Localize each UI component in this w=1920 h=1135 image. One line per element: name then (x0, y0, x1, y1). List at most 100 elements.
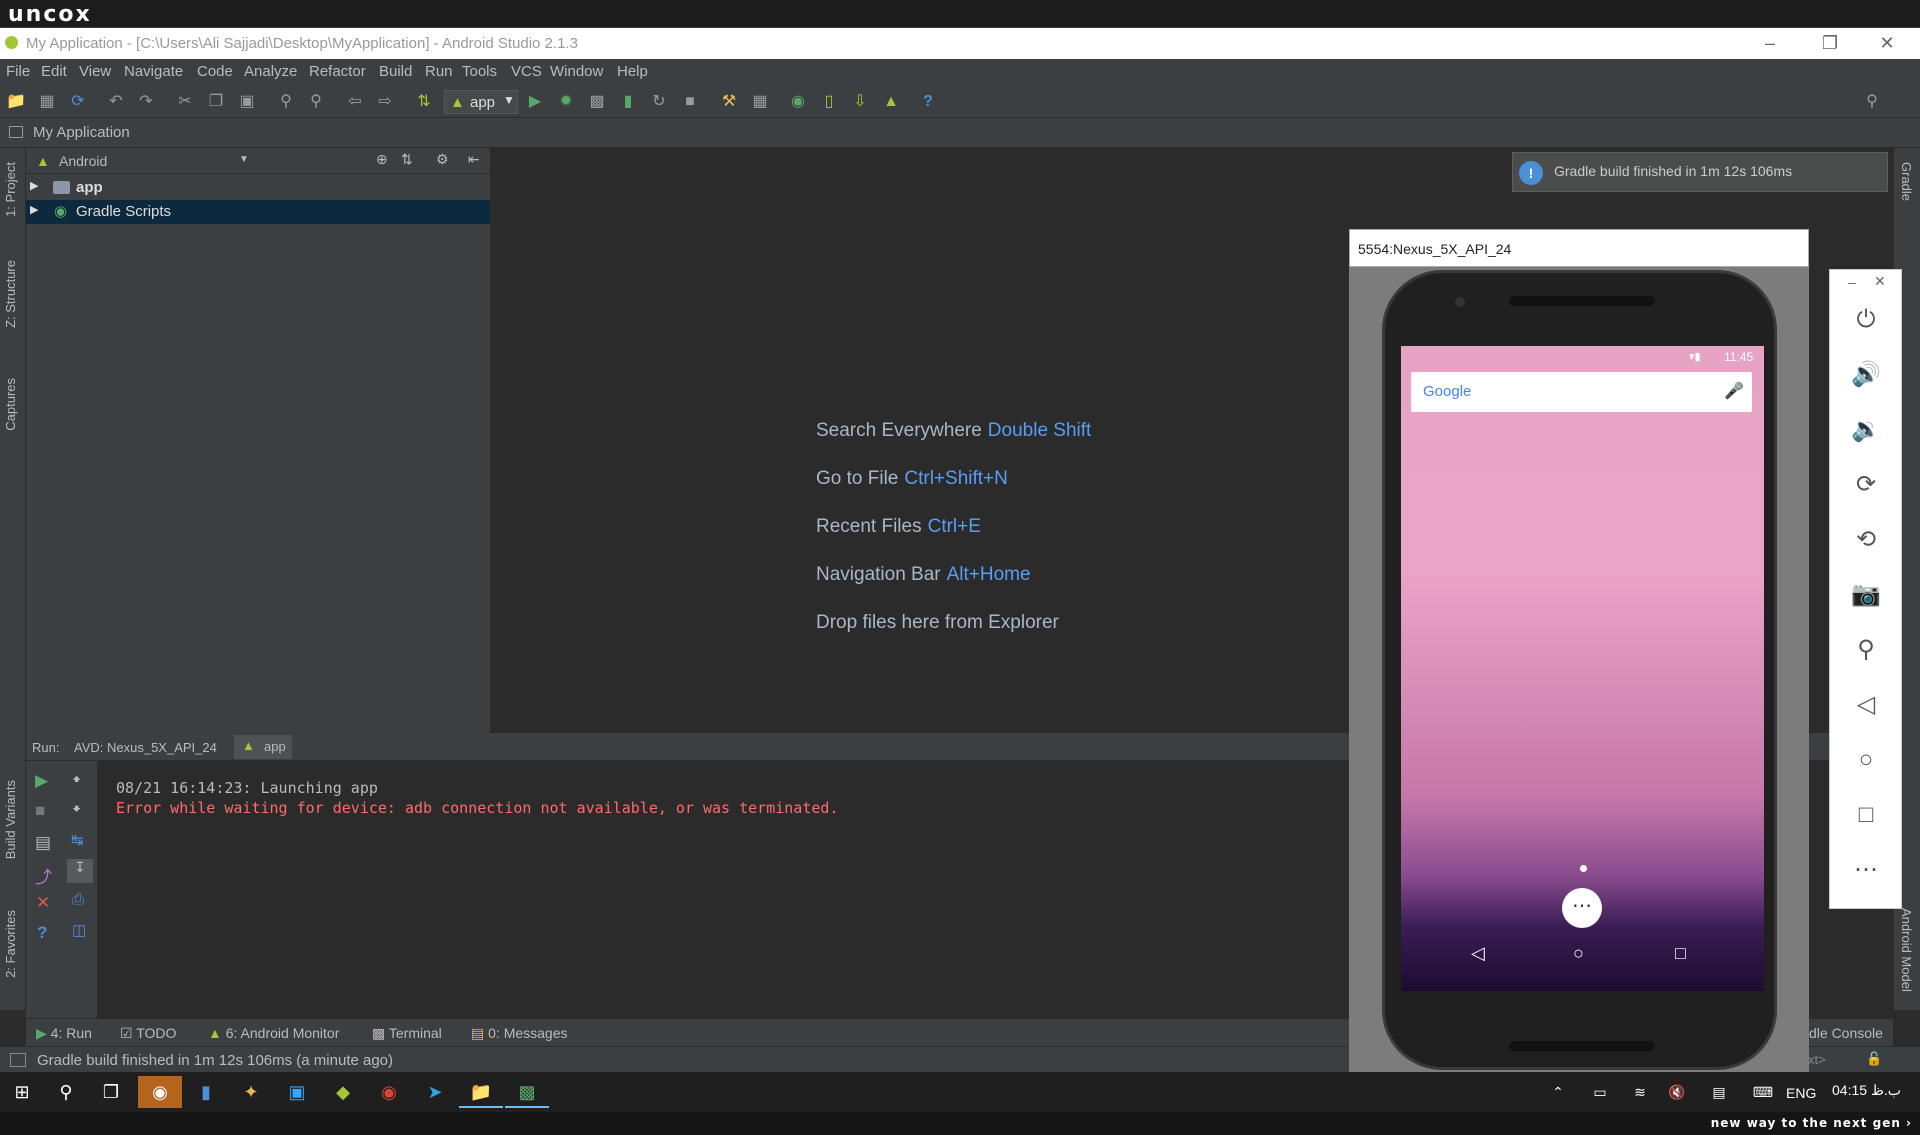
expand-arrow-icon[interactable]: ▶ (30, 179, 38, 192)
intellij-task-icon[interactable]: ▮ (184, 1076, 228, 1108)
expand-arrow-icon[interactable]: ▶ (30, 203, 38, 216)
tab-terminal[interactable]: ▩ Terminal (372, 1025, 442, 1042)
breadcrumb[interactable]: My Application (33, 124, 130, 141)
tab-build-variants[interactable]: Build Variants (3, 780, 18, 859)
menu-vcs[interactable]: VCS (511, 63, 542, 80)
android-device-monitor-icon[interactable]: ▲ (881, 92, 901, 112)
make-project-icon[interactable]: ⇅ (414, 92, 434, 112)
tab-todo[interactable]: ☑ TODO (120, 1025, 176, 1042)
phone-screen[interactable]: ▾▮ 11:45 Google 🎤 ⋯ ◁ ○ □ (1401, 346, 1764, 991)
restore-icon[interactable]: ❐ (1805, 30, 1855, 56)
back-icon[interactable]: ⇦ (345, 92, 365, 112)
tab-gradle-console[interactable]: dle Console (1809, 1025, 1883, 1041)
language-indicator[interactable]: ENG (1786, 1085, 1816, 1101)
cut-icon[interactable]: ✂ (175, 92, 195, 112)
volume-up-icon[interactable]: 🔊 (1846, 355, 1886, 395)
sync-gradle-icon[interactable]: ◉ (788, 92, 808, 112)
zoom-icon[interactable]: ⚲ (1846, 630, 1886, 670)
photoshop-task-icon[interactable]: ▣ (275, 1076, 319, 1108)
menu-run[interactable]: Run (425, 63, 453, 80)
emulator-task-icon[interactable]: ▩ (505, 1076, 549, 1108)
menu-file[interactable]: File (6, 63, 30, 80)
forward-icon[interactable]: ⇨ (375, 92, 395, 112)
stop-icon[interactable]: ■ (680, 92, 700, 112)
gradle-notification[interactable]: ! Gradle build finished in 1m 12s 106ms (1512, 152, 1888, 192)
replace-icon[interactable]: ⚲ (306, 92, 326, 112)
apply-changes-icon[interactable]: ▮ (618, 92, 638, 112)
attach-debugger-icon[interactable]: ▩ (587, 92, 607, 112)
tab-favorites[interactable]: 2: Favorites (3, 910, 18, 978)
settings-icon[interactable]: ⚒ (719, 92, 739, 112)
gear-icon[interactable]: ⚙ (436, 151, 449, 168)
lock-icon[interactable]: 🔓 (1866, 1051, 1882, 1067)
sync-icon[interactable]: ⟳ (68, 92, 88, 112)
tab-project[interactable]: 1: Project (3, 162, 18, 217)
stop-icon[interactable]: ■ (35, 801, 45, 821)
tab-structure[interactable]: Z: Structure (3, 260, 18, 328)
chrome-task-icon[interactable]: ◉ (367, 1076, 411, 1108)
home-icon[interactable]: ○ (1573, 943, 1584, 964)
rotate-right-icon[interactable]: ⟲ (1846, 520, 1886, 560)
run-icon[interactable]: ▶ (525, 92, 545, 112)
hide-panel-icon[interactable]: ⇤ (468, 151, 480, 168)
tab-messages[interactable]: ▤ 0: Messages (471, 1025, 568, 1042)
minimize-icon[interactable]: – (1745, 30, 1795, 56)
android-studio-task-icon[interactable]: ◉ (138, 1076, 182, 1108)
paste-icon[interactable]: ▣ (237, 92, 257, 112)
avd-manager-icon[interactable]: ▯ (819, 92, 839, 112)
battery-icon[interactable]: ▭ (1578, 1076, 1622, 1108)
run-tab-app[interactable]: ▲ app (234, 735, 292, 759)
menu-view[interactable]: View (79, 63, 111, 80)
volume-down-icon[interactable]: 🔉 (1846, 410, 1886, 450)
project-structure-icon[interactable]: ▦ (750, 92, 770, 112)
home-icon[interactable]: ○ (1846, 740, 1886, 780)
menu-tools[interactable]: Tools (462, 63, 497, 80)
collapse-all-icon[interactable]: ⇅ (401, 151, 413, 168)
help-icon[interactable]: ? (37, 923, 47, 943)
sdk-manager-icon[interactable]: ⇩ (850, 92, 870, 112)
rotate-left-icon[interactable]: ⟳ (1846, 465, 1886, 505)
tab-run[interactable]: ▶ 4: Run (36, 1025, 92, 1042)
toggle-tool-windows-icon[interactable] (10, 1053, 26, 1067)
file-explorer-task-icon[interactable]: 📁 (459, 1076, 503, 1108)
recents-icon[interactable]: □ (1675, 943, 1686, 964)
microphone-icon[interactable]: 🎤 (1724, 381, 1744, 401)
menu-window[interactable]: Window (550, 63, 603, 80)
rerun-icon[interactable]: ▶ (35, 771, 48, 791)
volume-muted-icon[interactable]: 🔇 (1655, 1076, 1699, 1108)
power-icon[interactable]: ⏻ (1846, 300, 1886, 340)
tree-item-app[interactable]: ▶ app (26, 176, 490, 200)
task-view-icon[interactable]: ❐ (89, 1076, 133, 1108)
arrow-down-icon[interactable]: 🠻 (72, 799, 81, 824)
close-icon[interactable]: ✕ (1862, 30, 1912, 56)
tray-chevron-icon[interactable]: ⌃ (1536, 1076, 1580, 1108)
clear-all-icon[interactable]: ◫ (72, 921, 86, 939)
menu-edit[interactable]: Edit (41, 63, 67, 80)
find-icon[interactable]: ⚲ (276, 92, 296, 112)
save-icon[interactable]: ▦ (37, 92, 57, 112)
telegram-task-icon[interactable]: ➤ (413, 1076, 457, 1108)
project-view-select[interactable]: Android (59, 153, 107, 169)
redo-icon[interactable]: ↷ (136, 92, 156, 112)
menu-build[interactable]: Build (379, 63, 412, 80)
tab-android-monitor[interactable]: ▲ 6: Android Monitor (208, 1025, 339, 1041)
debug-icon[interactable]: ✹ (556, 92, 576, 112)
screenshot-icon[interactable]: 📷 (1846, 575, 1886, 615)
help-icon[interactable]: ? (918, 92, 938, 112)
back-icon[interactable]: ◁ (1846, 685, 1886, 725)
chevron-down-icon[interactable]: ▼ (239, 154, 249, 165)
search-icon[interactable]: ⚲ (44, 1076, 88, 1108)
google-search-bar[interactable]: Google 🎤 (1411, 372, 1752, 412)
scroll-to-end-icon[interactable]: ↧ (67, 859, 93, 883)
menu-code[interactable]: Code (197, 63, 233, 80)
print-icon[interactable]: ⎙ (72, 891, 84, 908)
copy-icon[interactable]: ❐ (206, 92, 226, 112)
tab-captures[interactable]: Captures (3, 378, 18, 431)
search-icon[interactable]: ⚲ (1862, 92, 1882, 112)
more-icon[interactable]: ⋯ (1846, 850, 1886, 890)
menu-navigate[interactable]: Navigate (124, 63, 183, 80)
run-tab-avd[interactable]: AVD: Nexus_5X_API_24 (74, 740, 217, 755)
close-icon[interactable]: ✕ (1874, 273, 1886, 290)
tab-android-model[interactable]: Android Model (1899, 908, 1914, 992)
layout-icon[interactable]: ▤ (35, 833, 51, 853)
